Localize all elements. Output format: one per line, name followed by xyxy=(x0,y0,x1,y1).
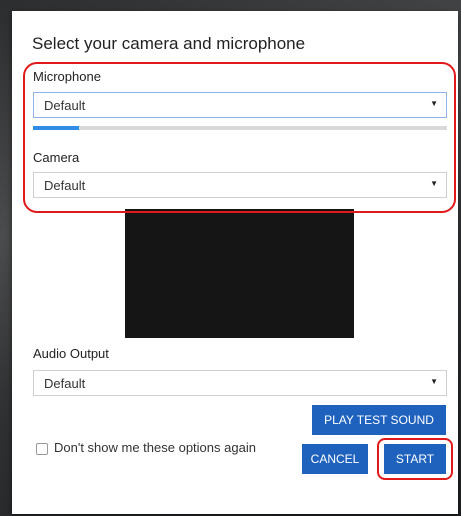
highlight-box xyxy=(377,438,453,480)
audio-output-value: Default xyxy=(44,376,86,391)
dont-show-checkbox[interactable] xyxy=(36,443,48,455)
play-test-sound-button[interactable]: PLAY TEST SOUND xyxy=(312,405,446,435)
chevron-down-icon: ▼ xyxy=(430,377,438,386)
audio-output-select[interactable]: Default ▼ xyxy=(33,370,447,396)
dialog-title: Select your camera and microphone xyxy=(32,34,306,53)
dont-show-label: Don't show me these options again xyxy=(54,440,256,455)
camera-preview xyxy=(125,209,354,338)
audio-output-label: Audio Output xyxy=(33,346,109,361)
highlight-box xyxy=(23,62,456,213)
cancel-button[interactable]: CANCEL xyxy=(302,444,368,474)
